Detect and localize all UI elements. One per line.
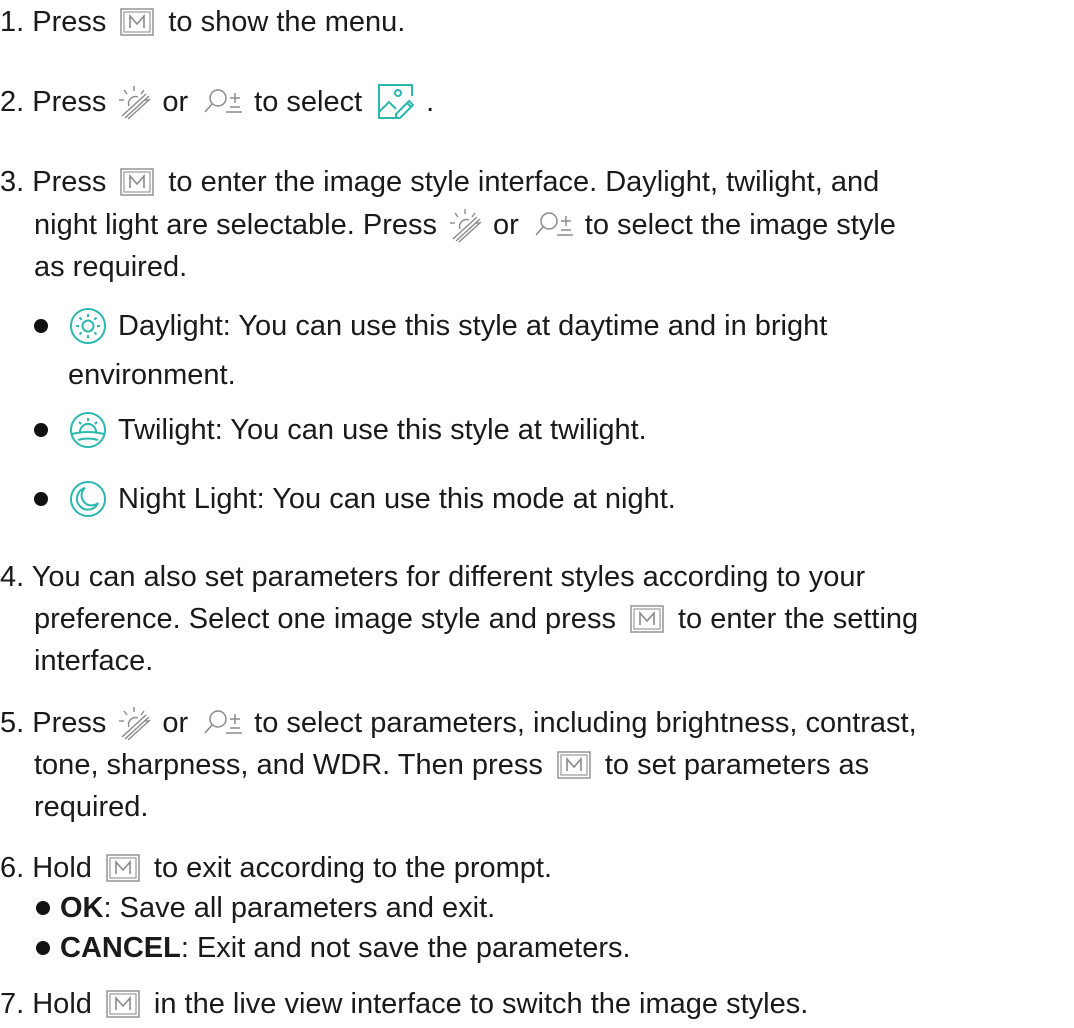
menu-button-icon [120, 8, 154, 36]
step-3-line-2: night light are selectable. Press or to … [34, 205, 896, 245]
step-6-ok: OK : Save all parameters and exit. [36, 888, 495, 928]
step-4-text-3: to enter the setting [677, 603, 919, 635]
step-5-line-2: tone, sharpness, and WDR. Then press to … [34, 745, 869, 785]
bullet-dot [36, 901, 50, 915]
step-5-text-3: to set parameters as [604, 749, 870, 781]
step-6-line-1: 6. Hold to exit according to the prompt. [0, 848, 552, 888]
step-4-text-1: 4. You can also set parameters for diffe… [0, 561, 866, 593]
style-item-daylight-cont: environment. [68, 355, 236, 395]
step-5-text-1: to select parameters, including brightne… [254, 707, 917, 739]
style-night-text: Night Light: You can use this mode at ni… [118, 483, 676, 515]
menu-button-icon [106, 990, 140, 1018]
bullet-dot [34, 492, 48, 506]
brightness-button-icon [447, 207, 483, 243]
step-5-text-2: tone, sharpness, and WDR. Then press [34, 749, 543, 781]
cancel-label: CANCEL [60, 932, 181, 964]
step-3-line-3: as required. [34, 247, 187, 287]
step-2-prefix: 2. Press [0, 86, 107, 118]
step-3-text-2: night light are selectable. Press [34, 209, 437, 241]
step-5-or: or [162, 707, 189, 739]
step-5-line-3: required. [34, 787, 148, 827]
menu-button-icon [557, 751, 591, 779]
menu-button-icon [630, 605, 664, 633]
bullet-dot [36, 941, 50, 955]
zoom-button-icon [533, 210, 575, 240]
twilight-icon [68, 410, 108, 450]
bullet-dot [34, 423, 48, 437]
step-2-text: to select [254, 86, 363, 118]
step-3-text-1: to enter the image style interface. Dayl… [168, 166, 880, 198]
step-2: 2. Press or to select . [0, 82, 434, 122]
zoom-button-icon [202, 708, 244, 738]
style-item-night: Night Light: You can use this mode at ni… [34, 479, 676, 519]
step-3-text-3: to select the image style [584, 209, 896, 241]
step-1-text: to show the menu. [168, 6, 406, 38]
step-7-prefix: 7. Hold [0, 988, 92, 1020]
step-5-line-1: 5. Press or to select parameters, includ… [0, 703, 917, 743]
document-page: 1. Press to show the menu. 2. Press or t… [0, 0, 1074, 1028]
step-4-line-1: 4. You can also set parameters for diffe… [0, 557, 865, 597]
step-1-prefix: 1. Press [0, 6, 107, 38]
ok-text: : Save all parameters and exit. [103, 892, 496, 924]
style-item-daylight: Daylight: You can use this style at dayt… [34, 306, 827, 346]
brightness-button-icon [116, 705, 152, 741]
step-1: 1. Press to show the menu. [0, 2, 405, 42]
image-style-icon [376, 82, 416, 122]
step-3-or: or [493, 209, 519, 241]
brightness-button-icon [116, 84, 152, 120]
sun-icon [68, 306, 108, 346]
step-4-text-4: interface. [34, 645, 154, 677]
style-daylight-cont: environment. [68, 359, 236, 391]
step-4-line-3: interface. [34, 641, 153, 681]
moon-icon [68, 479, 108, 519]
step-2-or: or [162, 86, 189, 118]
step-3-text-4: as required. [34, 251, 188, 283]
step-2-end: . [426, 86, 435, 118]
bullet-dot [34, 319, 48, 333]
step-6-text-1: to exit according to the prompt. [153, 852, 553, 884]
style-twilight-text: Twilight: You can use this style at twil… [118, 414, 647, 446]
step-6-cancel: CANCEL : Exit and not save the parameter… [36, 928, 631, 968]
step-3-line-1: 3. Press to enter the image style interf… [0, 162, 879, 202]
step-5-text-4: required. [34, 791, 149, 823]
step-7: 7. Hold in the live view interface to sw… [0, 984, 808, 1024]
style-daylight-text: Daylight: You can use this style at dayt… [118, 310, 828, 342]
step-4-line-2: preference. Select one image style and p… [34, 599, 918, 639]
step-5-prefix: 5. Press [0, 707, 107, 739]
ok-label: OK [60, 892, 104, 924]
menu-button-icon [106, 854, 140, 882]
menu-button-icon [120, 168, 154, 196]
zoom-button-icon [202, 87, 244, 117]
step-3-prefix: 3. Press [0, 166, 107, 198]
step-7-text: in the live view interface to switch the… [153, 988, 809, 1020]
step-6-prefix: 6. Hold [0, 852, 92, 884]
style-item-twilight: Twilight: You can use this style at twil… [34, 410, 647, 450]
step-4-text-2: preference. Select one image style and p… [34, 603, 616, 635]
cancel-text: : Exit and not save the parameters. [180, 932, 631, 964]
